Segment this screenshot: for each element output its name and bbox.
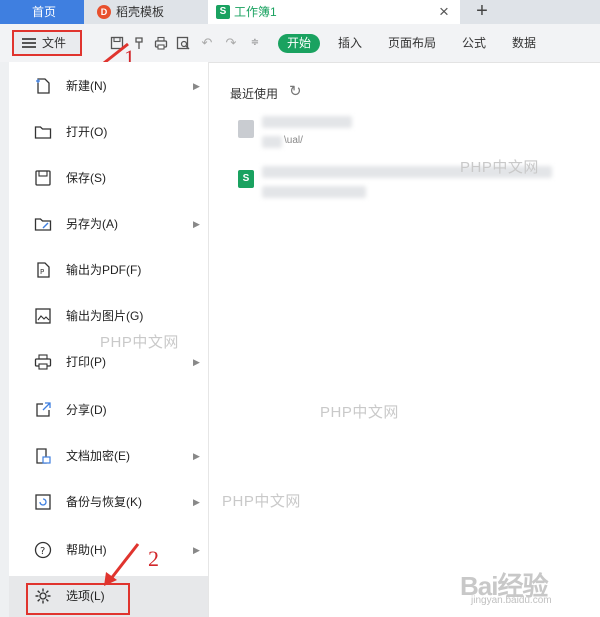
menu-item-export-pdf[interactable]: P 输出为PDF(F) — [9, 250, 208, 290]
encrypt-icon — [34, 447, 52, 465]
tab-templates-label: 稻壳模板 — [116, 5, 165, 19]
menu-item-save[interactable]: 保存(S) — [9, 158, 208, 198]
menu-item-label: 文档加密(E) — [66, 449, 130, 463]
tab-home[interactable]: 首页 — [0, 0, 84, 24]
redo-icon[interactable]: ↷ — [224, 36, 238, 50]
annotation-number-2: 2 — [148, 546, 159, 571]
tab-insert[interactable]: 插入 — [338, 35, 362, 51]
tab-start[interactable]: 开始 — [278, 34, 320, 53]
close-tab-icon[interactable]: × — [436, 0, 452, 24]
tab-formulas[interactable]: 公式 — [462, 35, 486, 51]
docer-logo-icon: D — [97, 5, 111, 19]
menu-item-label: 分享(D) — [66, 403, 107, 417]
printer-icon — [34, 353, 52, 371]
tab-bar: 首页 D 稻壳模板 S 工作簿1 × + — [0, 0, 600, 24]
submenu-arrow-icon: ▶ — [193, 545, 200, 555]
print-preview-icon[interactable] — [176, 36, 190, 50]
export-image-icon — [34, 307, 52, 325]
new-tab-button[interactable]: + — [468, 0, 496, 24]
menu-item-export-image[interactable]: 输出为图片(G) — [9, 296, 208, 336]
spreadsheet-file-icon: S — [238, 170, 254, 188]
file-menu-button[interactable]: 文件 — [12, 30, 82, 56]
left-strip — [0, 62, 9, 617]
submenu-arrow-icon: ▶ — [193, 81, 200, 91]
annotation-arrow-2 — [104, 543, 140, 586]
menu-item-label: 保存(S) — [66, 171, 106, 185]
svg-text:P: P — [40, 268, 44, 276]
watermark: PHP中文网 — [320, 404, 399, 421]
svg-text:?: ? — [40, 546, 45, 557]
menu-item-label: 输出为PDF(F) — [66, 263, 142, 277]
file-menu-label: 文件 — [42, 36, 67, 50]
blurred-file-path — [262, 136, 282, 148]
submenu-arrow-icon: ▶ — [193, 497, 200, 507]
menu-item-label: 新建(N) — [66, 79, 107, 93]
print-icon[interactable] — [154, 36, 168, 50]
menu-item-encrypt[interactable]: 文档加密(E) ▶ — [9, 436, 208, 476]
more-icon[interactable]: ≑ — [248, 36, 262, 50]
export-pdf-icon: P — [34, 261, 52, 279]
menu-item-label: 另存为(A) — [66, 217, 118, 231]
recent-files-title: 最近使用 — [230, 87, 279, 101]
refresh-icon[interactable]: ↻ — [289, 82, 302, 100]
watermark: PHP中文网 — [460, 159, 539, 176]
blurred-file-name — [262, 116, 352, 128]
menu-item-backup[interactable]: 备份与恢复(K) ▶ — [9, 482, 208, 522]
submenu-arrow-icon: ▶ — [193, 451, 200, 461]
menu-item-new[interactable]: 新建(N) ▶ — [9, 66, 208, 106]
tab-page-layout[interactable]: 页面布局 — [388, 35, 436, 51]
spreadsheet-file-icon — [238, 120, 254, 138]
tab-workbook-label: 工作簿1 — [234, 5, 277, 19]
menu-item-label: 打开(O) — [66, 125, 108, 139]
watermark: PHP中文网 — [100, 334, 179, 351]
baidu-url-watermark: jingyan.baidu.com — [471, 595, 552, 606]
new-file-icon — [34, 77, 52, 95]
menu-item-label: 输出为图片(G) — [66, 309, 144, 323]
share-icon — [34, 401, 52, 419]
menu-item-save-as[interactable]: 另存为(A) ▶ — [9, 204, 208, 244]
backup-icon — [34, 493, 52, 511]
tab-templates[interactable]: D 稻壳模板 — [86, 0, 200, 24]
tab-data[interactable]: 数据 — [512, 35, 536, 51]
help-icon: ? — [34, 541, 52, 559]
menu-item-share[interactable]: 分享(D) — [9, 390, 208, 430]
blurred-file-path — [262, 186, 366, 198]
menu-item-label: 备份与恢复(K) — [66, 495, 142, 509]
submenu-arrow-icon: ▶ — [193, 357, 200, 367]
file-path-suffix: \ual/ — [284, 135, 303, 146]
tab-workbook[interactable]: S 工作簿1 — [208, 0, 460, 24]
save-as-icon — [34, 215, 52, 233]
menu-item-label: 打印(P) — [66, 355, 106, 369]
tab-home-label: 首页 — [32, 5, 57, 19]
submenu-arrow-icon: ▶ — [193, 219, 200, 229]
folder-open-icon — [34, 123, 52, 141]
spreadsheet-icon: S — [216, 5, 230, 19]
hamburger-icon — [22, 38, 36, 48]
save-icon — [34, 169, 52, 187]
menu-item-open[interactable]: 打开(O) — [9, 112, 208, 152]
undo-icon[interactable]: ↶ — [200, 36, 214, 50]
watermark: PHP中文网 — [222, 493, 301, 510]
